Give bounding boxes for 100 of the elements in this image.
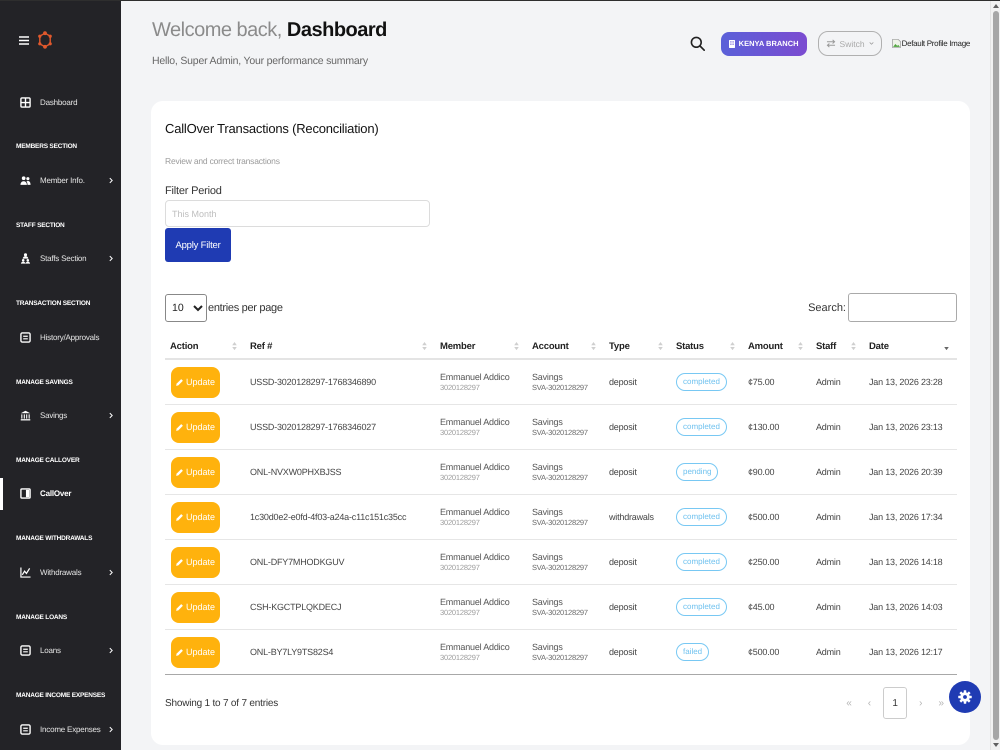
card-title: CallOver Transactions (Reconciliation) xyxy=(165,120,378,138)
table-cell-text: deposit xyxy=(608,556,638,568)
apply-filter-button[interactable]: Apply Filter xyxy=(165,228,231,262)
table-cell-text: Admin xyxy=(815,646,842,658)
account-type: Savings xyxy=(532,642,563,653)
caret-down-icon xyxy=(992,743,998,747)
profile-image-label[interactable]: Default Profile Image xyxy=(902,39,970,48)
table-cell-text: ONL-DFY7MHODKGUV xyxy=(249,556,346,568)
table-cell-text: Jan 13, 2026 17:34 xyxy=(868,511,944,523)
table-cell-text: Jan 13, 2026 14:03 xyxy=(868,601,944,613)
sidebar-item[interactable]: Dashboard xyxy=(0,86,121,118)
layout-icon xyxy=(20,488,31,500)
table-cell-text: ONL-NVXW0PHXBJSS xyxy=(249,466,342,478)
table-cell-text: 1c30d0e2-e0fd-4f03-a24a-c11c151c35cc xyxy=(249,511,408,523)
entries-per-page-label: entries per page xyxy=(208,302,283,314)
table-cell-text: ¢500.00 xyxy=(747,646,780,658)
status-badge: completed xyxy=(676,373,727,391)
column-header[interactable]: Member xyxy=(435,334,527,358)
account-type: Savings xyxy=(532,597,563,608)
search-field[interactable] xyxy=(848,293,957,322)
account-type: Savings xyxy=(532,462,563,473)
swap-icon xyxy=(826,39,836,48)
column-header[interactable]: Account xyxy=(527,334,604,358)
status-badge: failed xyxy=(676,643,710,661)
building-icon xyxy=(728,40,735,48)
sidebar-item[interactable]: Loans xyxy=(0,634,121,667)
search-label: Search: xyxy=(808,302,846,314)
filter-period-field[interactable]: This Month xyxy=(165,200,430,227)
table-cell-text: withdrawals xyxy=(608,511,655,523)
card-description: Review and correct transactions xyxy=(165,156,280,167)
pagination-button[interactable]: 1 xyxy=(883,687,908,719)
chevron-right-icon xyxy=(109,412,113,420)
column-header[interactable]: Type xyxy=(604,334,671,358)
table-cell-text: ¢90.00 xyxy=(747,466,776,478)
table-cell-text: Jan 13, 2026 23:13 xyxy=(868,421,944,433)
table-cell-text: Admin xyxy=(815,466,842,478)
search-button[interactable] xyxy=(690,36,705,51)
pencil-icon xyxy=(176,378,183,386)
page-size-select[interactable]: 10 xyxy=(165,294,207,322)
caret-up-icon xyxy=(992,4,998,8)
sidebar-item[interactable]: History/Approvals xyxy=(0,321,121,354)
table-cell-text: Jan 13, 2026 23:28 xyxy=(868,376,944,388)
column-header[interactable]: Status xyxy=(671,334,743,358)
document-icon xyxy=(20,645,31,656)
status-badge: completed xyxy=(676,553,727,571)
sidebar-item[interactable]: Withdrawals xyxy=(0,556,121,588)
table-cell-text: Admin xyxy=(815,511,842,523)
table-cell-text: CSH-KGCTPLQKDECJ xyxy=(249,601,342,613)
member-name: Emmanuel Addico xyxy=(440,597,510,608)
hexagon-logo-icon xyxy=(38,31,52,49)
search-icon xyxy=(690,36,705,51)
table-cell-text: ¢250.00 xyxy=(747,556,780,568)
sidebar-item[interactable]: Savings xyxy=(0,400,121,432)
bank-icon xyxy=(20,410,31,422)
grid-icon xyxy=(20,96,31,108)
table-cell-text: deposit xyxy=(608,646,638,658)
member-name: Emmanuel Addico xyxy=(440,552,510,563)
filter-label: Filter Period xyxy=(165,184,222,198)
column-header[interactable]: Date xyxy=(864,334,957,358)
column-header[interactable]: Staff xyxy=(811,334,864,358)
settings-button[interactable] xyxy=(949,681,981,713)
table-cell-text: ONL-BY7LY9TS82S4 xyxy=(249,646,334,658)
table-cell-text: ¢45.00 xyxy=(747,601,776,613)
scrollbar[interactable] xyxy=(990,1,1000,750)
scrollbar-thumb[interactable] xyxy=(992,11,998,740)
sidebar-item[interactable]: CallOver xyxy=(0,478,121,510)
member-name: Emmanuel Addico xyxy=(440,372,510,383)
column-header[interactable]: Amount xyxy=(743,334,811,358)
chevron-right-icon xyxy=(109,255,113,262)
pencil-icon xyxy=(176,648,183,656)
status-badge: completed xyxy=(676,598,727,616)
sidebar-item[interactable]: Income Expenses xyxy=(0,713,121,746)
column-header[interactable]: Action xyxy=(165,334,245,358)
status-badge: completed xyxy=(676,418,727,436)
sidebar-item[interactable]: Member Info. xyxy=(0,164,121,196)
account-type: Savings xyxy=(532,417,563,428)
line-chart-icon xyxy=(20,566,31,578)
document-icon xyxy=(20,332,31,343)
table-cell-text: ¢500.00 xyxy=(747,511,780,523)
table-cell-text: Jan 13, 2026 14:18 xyxy=(868,556,944,568)
account-type: Savings xyxy=(532,372,563,383)
status-badge: pending xyxy=(676,463,718,481)
table-cell-text: deposit xyxy=(608,601,638,613)
chevron-right-icon xyxy=(109,647,113,654)
menu-icon xyxy=(19,36,29,44)
pencil-icon xyxy=(176,424,183,430)
table-cell-text: Jan 13, 2026 12:17 xyxy=(868,646,944,658)
sidebar-item[interactable]: Staffs Section xyxy=(0,242,121,275)
member-name: Emmanuel Addico xyxy=(440,642,510,653)
table-cell-text: ¢75.00 xyxy=(747,376,776,388)
pencil-icon xyxy=(176,514,183,520)
column-header[interactable]: Ref # xyxy=(245,334,435,358)
table-cell-text: deposit xyxy=(608,376,638,388)
table-cell-text: Jan 13, 2026 20:39 xyxy=(868,466,944,478)
member-name: Emmanuel Addico xyxy=(440,417,510,428)
account-type: Savings xyxy=(532,507,563,518)
people-icon xyxy=(20,174,31,186)
table-cell-text: ¢130.00 xyxy=(747,421,780,433)
chevron-right-icon xyxy=(109,176,113,184)
table-cell-text: USSD-3020128297-1768346027 xyxy=(249,421,377,433)
